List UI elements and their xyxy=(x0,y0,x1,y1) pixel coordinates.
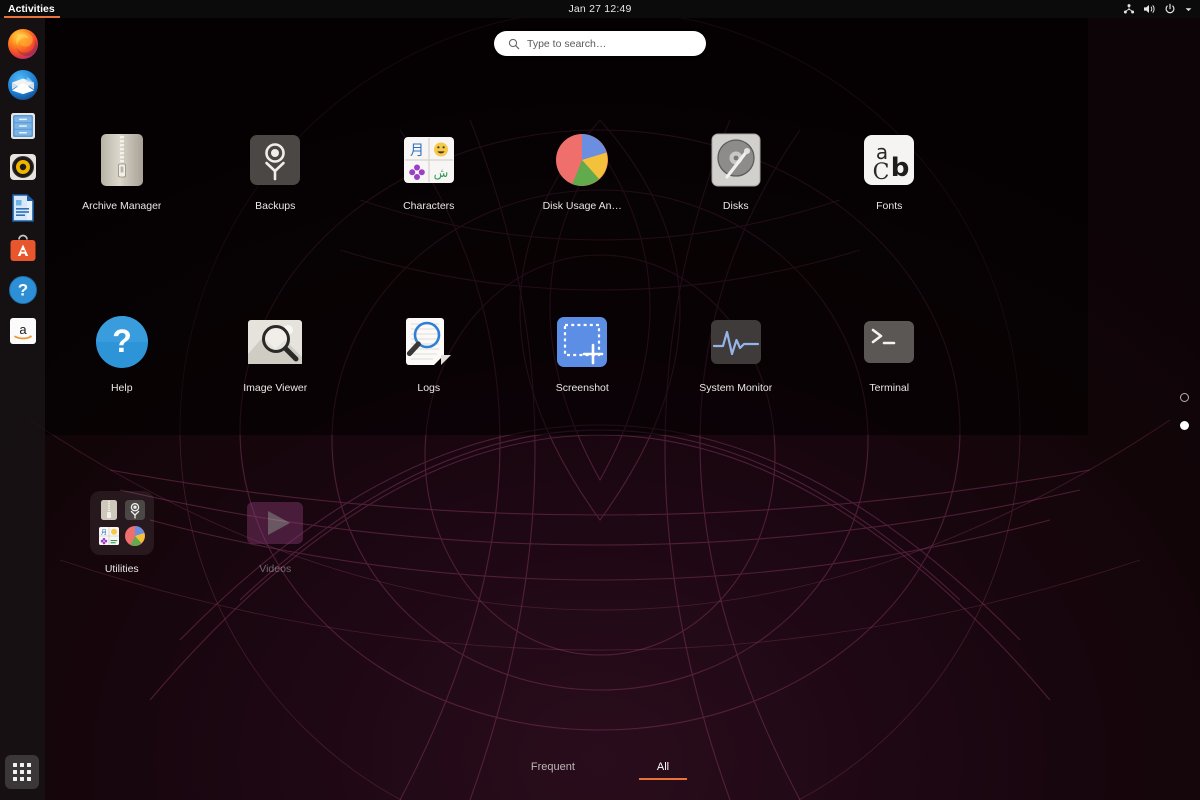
app-system-monitor[interactable]: System Monitor xyxy=(659,302,813,395)
dock: ? a xyxy=(0,18,45,800)
app-label: Archive Manager xyxy=(82,200,162,212)
tab-frequent[interactable]: Frequent xyxy=(513,758,593,780)
dock-item-amazon[interactable]: a xyxy=(6,314,40,348)
search-placeholder: Type to search… xyxy=(527,37,607,50)
logs-icon xyxy=(397,310,461,374)
top-bar: Activities Jan 27 12:49 xyxy=(0,0,1200,18)
fonts-icon: a C b xyxy=(857,128,921,192)
tab-label: Frequent xyxy=(530,761,575,773)
backups-icon xyxy=(243,128,307,192)
dock-item-thunderbird[interactable] xyxy=(6,68,40,102)
svg-text:a: a xyxy=(19,322,27,337)
search-icon xyxy=(508,38,520,50)
dock-item-firefox[interactable] xyxy=(6,27,40,61)
app-folder-utilities[interactable]: 月 Utilities xyxy=(45,483,199,576)
app-grid-row: ? Help Image Viewer Logs Screenshot Syst… xyxy=(45,302,1088,395)
app-label: System Monitor xyxy=(699,382,773,394)
disk-usage-analyzer-icon xyxy=(550,128,614,192)
app-label: Fonts xyxy=(876,200,903,212)
app-image-viewer[interactable]: Image Viewer xyxy=(199,302,353,395)
application-grid: Archive Manager Backups 月 ش Characters D… xyxy=(45,120,1088,576)
app-grid-row: Archive Manager Backups 月 ش Characters D… xyxy=(45,120,1088,213)
volume-icon[interactable] xyxy=(1143,3,1156,15)
app-label: Image Viewer xyxy=(243,382,308,394)
page-indicator-2[interactable] xyxy=(1180,421,1189,430)
app-label: Disks xyxy=(722,200,749,212)
folder-preview: 月 xyxy=(98,499,146,547)
help-icon: ? xyxy=(90,310,154,374)
dock-item-help[interactable]: ? xyxy=(6,273,40,307)
utilities-folder-icon: 月 xyxy=(89,491,154,555)
app-label: Disk Usage An… xyxy=(542,200,622,212)
app-label: Characters xyxy=(403,200,455,212)
dock-item-ubuntu-software[interactable] xyxy=(6,232,40,266)
svg-text:月: 月 xyxy=(101,530,107,537)
app-disk-usage-analyzer[interactable]: Disk Usage An… xyxy=(506,120,660,213)
activities-button[interactable]: Activities xyxy=(0,0,64,18)
mini-archive-manager-icon xyxy=(100,500,117,520)
app-disks[interactable]: Disks xyxy=(659,120,813,213)
app-label: Help xyxy=(110,382,133,394)
app-archive-manager[interactable]: Archive Manager xyxy=(45,120,199,213)
app-screenshot[interactable]: Screenshot xyxy=(506,302,660,395)
app-label: Terminal xyxy=(869,382,910,394)
page-indicator-1[interactable] xyxy=(1180,393,1189,402)
page-indicators xyxy=(1180,393,1189,430)
app-fonts[interactable]: a C b Fonts xyxy=(813,120,967,213)
show-applications-button[interactable] xyxy=(5,755,39,789)
app-backups[interactable]: Backups xyxy=(199,120,353,213)
tab-all[interactable]: All xyxy=(638,758,688,780)
system-tray xyxy=(1123,0,1193,18)
dock-item-rhythmbox[interactable] xyxy=(6,150,40,184)
grid-icon xyxy=(13,763,31,781)
svg-text:?: ? xyxy=(17,281,27,300)
clock[interactable]: Jan 27 12:49 xyxy=(0,3,1200,15)
app-grid-tabs: Frequent All xyxy=(0,758,1200,780)
search-input[interactable]: Type to search… xyxy=(494,31,706,56)
mini-characters-icon: 月 xyxy=(98,527,119,545)
app-label: Videos xyxy=(259,563,292,575)
characters-icon: 月 ش xyxy=(397,128,461,192)
videos-icon xyxy=(243,491,307,555)
disks-icon xyxy=(704,128,768,192)
app-characters[interactable]: 月 ش Characters xyxy=(352,120,506,213)
activities-label: Activities xyxy=(8,3,55,15)
app-videos[interactable]: Videos xyxy=(199,483,353,576)
app-help[interactable]: ? Help xyxy=(45,302,199,395)
image-viewer-icon xyxy=(243,310,307,374)
screenshot-icon xyxy=(550,310,614,374)
app-grid-row: 月 Utilities Videos xyxy=(45,483,1088,576)
system-monitor-icon xyxy=(704,310,768,374)
app-label: Backups xyxy=(255,200,296,212)
svg-text:?: ? xyxy=(112,323,132,359)
power-icon[interactable] xyxy=(1164,3,1176,15)
chevron-down-icon[interactable] xyxy=(1184,5,1193,14)
dock-item-files[interactable] xyxy=(6,109,40,143)
app-logs[interactable]: Logs xyxy=(352,302,506,395)
svg-text:C: C xyxy=(873,160,890,185)
terminal-icon xyxy=(857,310,921,374)
dock-item-libreoffice-writer[interactable] xyxy=(6,191,40,225)
svg-text:b: b xyxy=(891,153,910,183)
search-container: Type to search… xyxy=(494,31,706,56)
app-label: Screenshot xyxy=(555,382,609,394)
app-label: Utilities xyxy=(104,563,139,575)
app-terminal[interactable]: Terminal xyxy=(813,302,967,395)
network-icon[interactable] xyxy=(1123,3,1135,15)
tab-label: All xyxy=(656,761,670,773)
svg-text:ش: ش xyxy=(433,166,448,181)
svg-text:月: 月 xyxy=(410,143,424,159)
archive-manager-icon xyxy=(90,128,154,192)
mini-disk-usage-analyzer-icon xyxy=(124,526,145,546)
mini-backups-icon xyxy=(124,500,145,520)
app-label: Logs xyxy=(417,382,441,394)
